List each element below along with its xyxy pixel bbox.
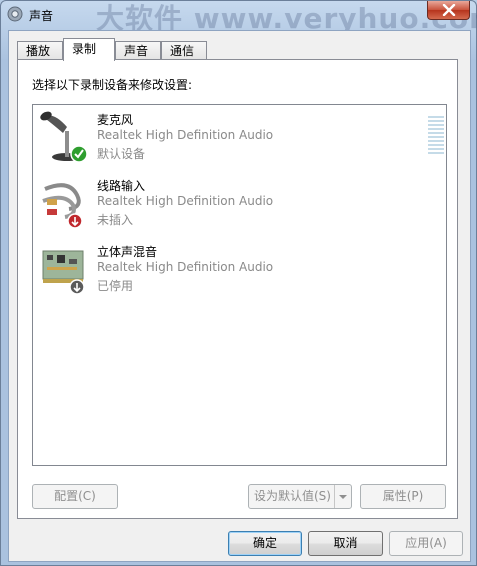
configure-button[interactable]: 配置(C) (32, 484, 118, 509)
device-name: 线路输入 (97, 179, 146, 193)
recording-panel: 选择以下录制设备来修改设置: 麦克风 Realtek High Definiti… (17, 59, 458, 519)
ok-button[interactable]: 确定 (228, 531, 302, 556)
set-default-label: 设为默认值(S) (254, 489, 331, 503)
set-default-button[interactable]: 设为默认值(S) (248, 484, 352, 509)
device-item-line-in[interactable]: 线路输入 Realtek High Definition Audio 未插入 (39, 175, 419, 235)
sound-card-icon (42, 250, 85, 295)
title-bar[interactable]: 声音 大软件 www.veryhuo.com (1, 1, 477, 35)
level-meter (428, 116, 444, 156)
dialog-client-area: 播放 录制 声音 通信 选择以下录制设备来修改设置: 麦克风 Realtek H… (8, 30, 471, 562)
device-driver: Realtek High Definition Audio (97, 260, 274, 274)
close-icon (442, 4, 456, 16)
sound-dialog-window: 声音 大软件 www.veryhuo.com 播放 录制 声音 通信 选择以下录… (0, 0, 477, 566)
device-name: 麦克风 (97, 113, 134, 127)
device-status: 已停用 (97, 279, 134, 293)
speaker-icon (7, 6, 23, 22)
device-status: 未插入 (97, 213, 134, 227)
device-driver: Realtek High Definition Audio (97, 128, 274, 142)
tab-sounds[interactable]: 声音 (115, 41, 161, 59)
tab-communications[interactable]: 通信 (161, 41, 207, 59)
tab-recording[interactable]: 录制 (63, 38, 115, 61)
tab-playback[interactable]: 播放 (17, 41, 63, 59)
line-in-cable-icon (42, 183, 83, 229)
close-button[interactable] (427, 1, 470, 20)
device-status: 默认设备 (97, 147, 146, 161)
properties-button[interactable]: 属性(P) (360, 484, 446, 509)
set-default-dropdown[interactable] (334, 485, 351, 508)
instruction-text: 选择以下录制设备来修改设置: (32, 78, 193, 92)
device-list[interactable]: 麦克风 Realtek High Definition Audio 默认设备 线… (32, 104, 447, 466)
cancel-button[interactable]: 取消 (308, 531, 383, 556)
device-name: 立体声混音 (97, 245, 158, 259)
window-title: 声音 (29, 9, 54, 23)
device-item-stereo-mix[interactable]: 立体声混音 Realtek High Definition Audio 已停用 (39, 241, 419, 301)
device-item-microphone[interactable]: 麦克风 Realtek High Definition Audio 默认设备 (39, 109, 444, 169)
apply-button[interactable]: 应用(A) (389, 531, 463, 556)
device-driver: Realtek High Definition Audio (97, 194, 274, 208)
chevron-down-icon (339, 495, 347, 499)
microphone-icon (40, 111, 88, 163)
